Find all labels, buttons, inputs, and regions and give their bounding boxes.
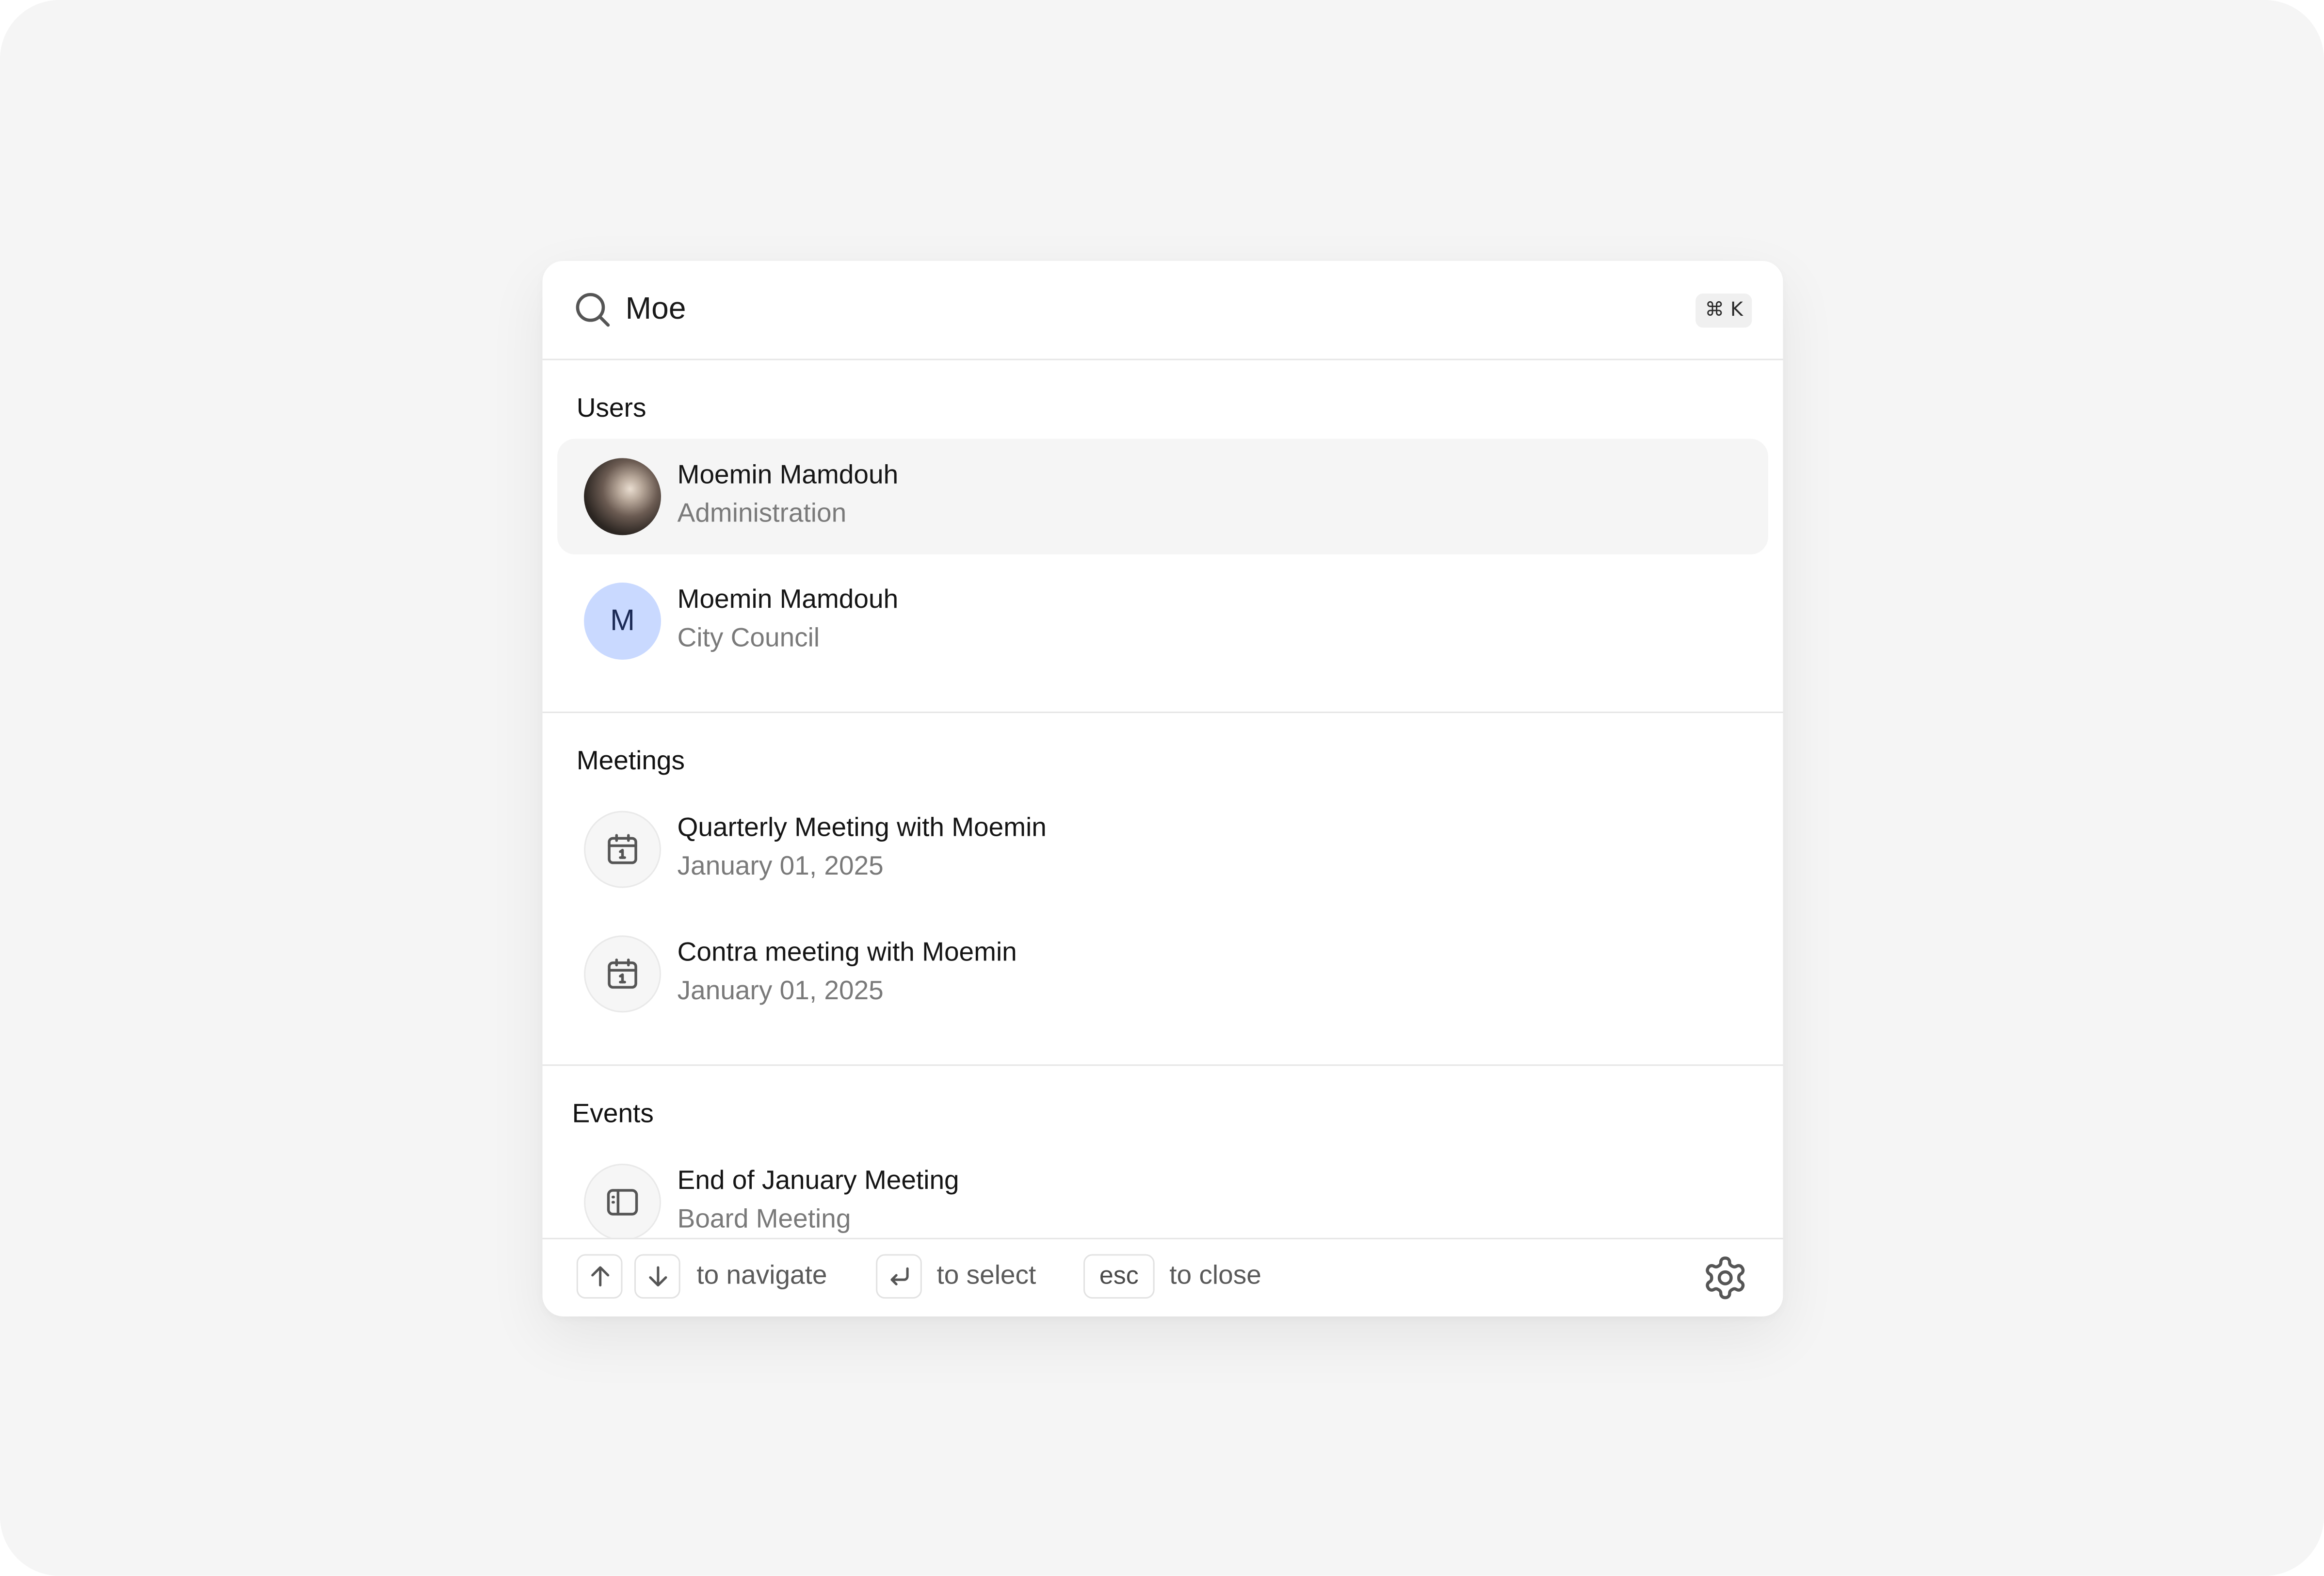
search-input[interactable] xyxy=(625,284,1663,335)
user-name: Moemin Mamdouh xyxy=(677,459,899,489)
close-hint: to close xyxy=(1169,1260,1261,1290)
section-title-events: Events xyxy=(572,1098,654,1128)
meeting-date: January 01, 2025 xyxy=(677,975,884,1006)
section-divider xyxy=(542,711,1783,713)
results-list[interactable]: Users Moemin Mamdouh Administration M Mo… xyxy=(542,360,1783,1238)
enter-key xyxy=(876,1254,922,1299)
keyboard-hints-footer: to navigate to select esc to close xyxy=(542,1237,1783,1316)
event-result-row[interactable]: End of January Meeting Board Meeting xyxy=(557,1144,1768,1238)
user-result-row[interactable]: M Moemin Mamdouh City Council xyxy=(557,563,1768,679)
avatar: M xyxy=(584,583,662,660)
user-name: Moemin Mamdouh xyxy=(677,584,899,614)
enter-icon xyxy=(889,1267,908,1285)
arrow-up-key xyxy=(576,1254,623,1299)
meeting-title: Contra meeting with Moemin xyxy=(677,937,1017,967)
meeting-date: January 01, 2025 xyxy=(677,851,884,881)
section-divider xyxy=(542,1064,1783,1066)
page-background: ⌘ K Users Moemin Mamdouh Administration … xyxy=(0,0,2324,1576)
meeting-result-row[interactable]: Contra meeting with Moemin January 01, 2… xyxy=(557,916,1768,1032)
arrow-down-icon xyxy=(648,1266,666,1287)
meeting-result-row[interactable]: Quarterly Meeting with Moemin January 01… xyxy=(557,792,1768,907)
esc-key: esc xyxy=(1083,1254,1155,1299)
shortcut-badge: ⌘ K xyxy=(1696,293,1752,328)
user-department: City Council xyxy=(677,622,820,652)
meeting-title: Quarterly Meeting with Moemin xyxy=(677,812,1047,842)
calendar-icon xyxy=(584,811,662,888)
gear-icon[interactable] xyxy=(1701,1254,1749,1301)
select-hint: to select xyxy=(936,1260,1036,1290)
command-palette: ⌘ K Users Moemin Mamdouh Administration … xyxy=(542,260,1783,1316)
arrow-up-icon xyxy=(590,1266,609,1287)
user-result-row[interactable]: Moemin Mamdouh Administration xyxy=(557,439,1768,554)
event-type: Board Meeting xyxy=(677,1203,851,1234)
arrow-down-key xyxy=(634,1254,680,1299)
section-title-meetings: Meetings xyxy=(576,746,685,776)
search-bar: ⌘ K xyxy=(542,261,1783,360)
navigate-hint: to navigate xyxy=(696,1260,827,1290)
section-title-users: Users xyxy=(576,392,646,422)
search-icon xyxy=(576,292,610,327)
calendar-icon xyxy=(584,935,662,1013)
user-department: Administration xyxy=(677,498,847,528)
avatar xyxy=(584,458,662,536)
sidebar-panel-icon xyxy=(584,1164,662,1238)
event-title: End of January Meeting xyxy=(677,1165,959,1195)
